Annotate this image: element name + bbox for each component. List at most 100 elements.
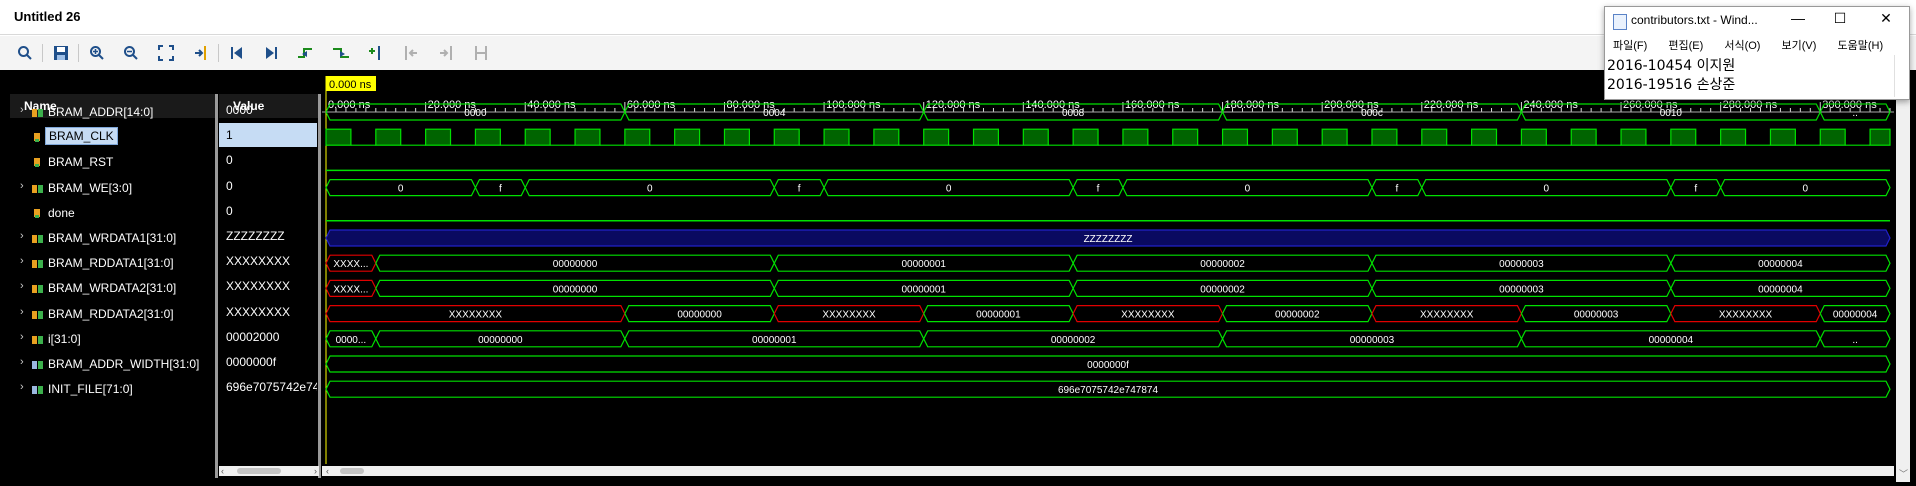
waveform-viewer: Name Value › BRAM_ADDR[14:0] 0000 BRAM_CLK 1… [0,70,1916,486]
expand-chevron-icon[interactable]: › [20,306,24,318]
waveform-canvas[interactable]: 0.000 ns 20.000 ns 40.000 ns 60.000 ns 80.00… [322,70,1894,464]
signal-name: BRAM_ADDR_WIDTH[31:0] [48,357,200,371]
name-hscroll-thumb[interactable] [237,468,281,474]
signal-row-value[interactable]: XXXXXXXX [219,249,317,273]
signal-row-name[interactable]: › INIT_FILE[71:0] [10,377,215,401]
scroll-down-arrow[interactable]: ﹀ [1899,467,1908,480]
swap-cursors-icon[interactable] [470,42,492,64]
clock-high-pulse [325,128,352,146]
clock-high-pulse [923,128,950,146]
notepad-text-area[interactable]: 2016-10454 이지원 2016-19516 손상준 [1607,57,1889,97]
signal-row-name[interactable]: › BRAM_WRDATA1[31:0] [10,226,215,250]
maximize-button[interactable]: ☐ [1825,10,1855,30]
clock-high-pulse [1072,128,1099,146]
notepad-scrollbar[interactable] [1894,55,1907,97]
clock-high-pulse [375,128,402,146]
signal-row-name[interactable]: › BRAM_RDDATA2[31:0] [10,302,215,326]
signal-row-value[interactable]: 696e7075742e74 [219,375,317,399]
wave-hscrollbar[interactable]: ‹ [322,466,1894,476]
signal-row-name[interactable]: done [10,201,215,225]
bus-segment-label: 00000001 [901,284,946,295]
signal-row-name[interactable]: › BRAM_RDDATA1[31:0] [10,251,215,275]
signal-row-value[interactable]: ZZZZZZZZ [219,224,317,248]
clock-high-pulse [1022,128,1049,146]
signal-row-value[interactable]: 1 [219,123,317,148]
menu-view[interactable]: 보기(V) [1782,40,1817,52]
signal-value: 0 [226,203,233,218]
signal-row-value[interactable]: XXXXXXXX [219,300,317,324]
signal-row-name[interactable]: BRAM_CLK [10,125,215,149]
vertical-scrollbar[interactable]: ︿ ﹀ [1896,70,1910,482]
minimize-button[interactable]: — [1783,10,1813,30]
expand-chevron-icon[interactable]: › [20,180,24,192]
expand-chevron-icon[interactable]: › [20,381,24,393]
signal-value: 0 [226,153,233,168]
wave-splitter[interactable] [318,94,321,478]
zoom-out-icon[interactable] [120,42,142,64]
signal-row-value[interactable]: 0000000f [219,350,317,374]
signal-row-value[interactable]: 0 [219,148,317,172]
signal-value: XXXXXXXX [226,304,291,319]
signal-row-value[interactable]: 00002000 [219,325,317,349]
expand-chevron-icon[interactable]: › [20,230,24,242]
signal-name: i[31:0] [48,331,81,346]
name-hscrollbar[interactable]: ‹ › [219,466,319,476]
close-button[interactable]: ✕ [1871,10,1901,30]
signal-row-name[interactable]: BRAM_RST [10,150,215,174]
expand-chevron-icon[interactable]: › [20,331,24,343]
bus-segment-label: 00000003 [1574,310,1619,321]
menu-format[interactable]: 서식(O) [1724,40,1760,52]
wave-hscroll-thumb[interactable] [340,468,364,474]
signal-row-name[interactable]: › BRAM_ADDR[14:0] [10,100,215,124]
signal-row-name[interactable]: › BRAM_WE[3:0] [10,176,215,200]
column-splitter[interactable] [215,94,218,478]
signal-row-value[interactable]: 0000 [219,98,317,122]
menu-file[interactable]: 파일(F) [1613,40,1647,52]
bus-segment-label: 696e7075742e747874 [1058,385,1159,396]
previous-transition-icon[interactable] [295,42,317,64]
signal-row-name[interactable]: › i[31:0] [10,327,215,351]
clock-high-pulse [773,128,800,146]
signal-name: done [48,205,75,220]
signal-value: XXXXXXXX [226,279,291,294]
zoom-fit-icon[interactable] [155,42,177,64]
bit-signal-icon [32,157,43,168]
expand-chevron-icon[interactable]: › [20,280,24,292]
notepad-title: contributors.txt - Wind... [1631,13,1758,27]
signal-row-value[interactable]: 0 [219,199,317,223]
bit-signal-icon [32,132,43,143]
signal-value: 0000 [226,103,253,117]
notepad-window[interactable]: contributors.txt - Wind... — ☐ ✕ 파일(F) 편… [1604,6,1910,100]
next-marker-icon[interactable] [435,42,457,64]
zoom-in-icon[interactable] [86,42,108,64]
signal-row-name[interactable]: › BRAM_ADDR_WIDTH[31:0] [10,352,215,376]
signal-row-value[interactable]: 0 [219,174,317,198]
bus-segment-label: .. [1852,108,1858,119]
bus-segment-label: ZZZZZZZZ [1084,234,1133,245]
signal-row-name[interactable]: › BRAM_WRDATA2[31:0] [10,276,215,300]
signal-row-value[interactable]: XXXXXXXX [219,274,317,298]
go-to-cursor-icon[interactable] [190,42,212,64]
time-tick-label: 300.000 ns [1822,99,1877,111]
bus-segment-label: 00000000 [553,284,598,295]
text-line: 2016-10454 이지원 [1607,58,1736,74]
menu-help[interactable]: 도움말(H) [1837,40,1883,52]
go-to-end-icon[interactable] [260,42,282,64]
expand-chevron-icon[interactable]: › [20,104,24,116]
bus-signal-icon [32,258,43,269]
signal-name: BRAM_ADDR[14:0] [48,105,154,119]
add-marker-icon[interactable] [365,42,387,64]
clock-high-pulse [1221,128,1249,146]
expand-chevron-icon[interactable]: › [20,356,24,368]
expand-chevron-icon[interactable]: › [20,255,24,267]
go-to-start-icon[interactable] [226,42,248,64]
previous-marker-icon[interactable] [400,42,422,64]
next-transition-icon[interactable] [330,42,352,64]
search-icon[interactable] [14,42,36,64]
menu-edit[interactable]: 편집(E) [1668,40,1703,52]
parameter-icon [32,384,43,395]
notepad-menubar: 파일(F) 편집(E) 서식(O) 보기(V) 도움말(H) [1613,37,1901,53]
bus-segment-label: 000c [1361,108,1383,119]
window-title: Untitled 26 [14,9,81,24]
save-icon[interactable] [50,42,72,64]
